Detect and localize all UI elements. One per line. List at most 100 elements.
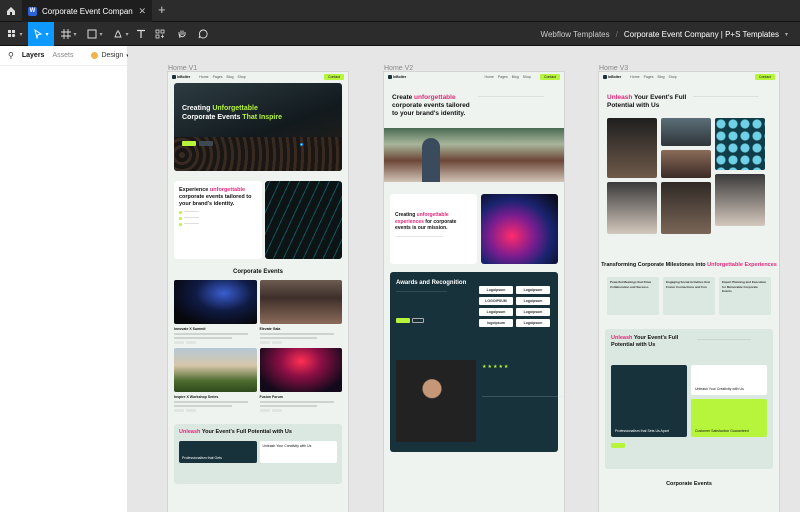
hero-section: Unleash Your Event's Full Potential with…	[599, 82, 779, 110]
hand-tool-icon[interactable]	[174, 22, 190, 46]
nav-link: Home	[199, 75, 209, 79]
nav-cta-button: Contact	[754, 74, 775, 80]
browser-tab-bar: W Corporate Event Company | P+S T ✕ +	[0, 0, 800, 22]
site-navbar: InBolter Home Pages Blog Shop Contact	[384, 72, 564, 82]
unleash-title: Unleash Your Event's Full Potential with…	[179, 429, 292, 435]
awards-description: —————————————————	[396, 289, 447, 294]
new-tab-icon[interactable]: +	[158, 2, 166, 17]
unleash-description: ——————————————————	[697, 337, 751, 342]
events-title: Corporate Events	[232, 269, 283, 275]
frame-home-v2[interactable]: InBolter Home Pages Blog Shop Contact Creat…	[384, 72, 564, 512]
award-logo: LOGOIPSUM	[479, 297, 513, 306]
creativity-card: Unleash Your Creativity with Us	[259, 440, 337, 463]
site-logo: InBolter	[388, 75, 406, 79]
rating-stars: ★★★★★	[482, 364, 510, 371]
site-nav-links: Home Pages Blog Shop	[484, 75, 531, 79]
unleash-section: Unleash Your Event's Full Potential with…	[605, 329, 773, 470]
frame-label-home-v2[interactable]: Home V2	[384, 65, 413, 72]
event-card: Elevate Gala	[259, 280, 342, 344]
hero-crowd-photo	[384, 128, 564, 183]
file-tab[interactable]: W Corporate Event Company | P+S T ✕	[22, 0, 152, 22]
professionalism-card: Professionalism that Gets	[179, 440, 257, 463]
nav-cta-button: Contact	[323, 74, 344, 80]
site-logo: InBolter	[603, 75, 621, 79]
nav-cta-button: Contact	[539, 74, 560, 80]
testimonial-photo	[396, 360, 476, 443]
event-card: Fusion Forum	[259, 348, 342, 412]
hero-title: Creating Unforgettable Corporate Events …	[182, 105, 282, 121]
hero-primary-button	[182, 141, 196, 146]
selection-handle[interactable]	[300, 143, 303, 146]
frame-home-v1[interactable]: InBolter Home Pages Blog Shop Contact Cr…	[168, 72, 348, 512]
intro-section: Experience unforgettable corporate event…	[174, 181, 342, 259]
event-card: Inspire X Workshop Series	[174, 348, 257, 412]
feature-card: Powerful Meetings that Drive Collaborati…	[607, 277, 659, 316]
close-tab-icon[interactable]: ✕	[138, 6, 146, 17]
pen-tool-icon[interactable]: ▾	[110, 22, 132, 46]
frame-label-home-v1[interactable]: Home V1	[168, 65, 197, 72]
breadcrumb-file[interactable]: Corporate Event Company | P+S Templates	[624, 30, 779, 39]
site-navbar: InBolter Home Pages Blog Shop Contact	[168, 72, 348, 82]
chevron-down-icon[interactable]: ▾	[785, 31, 788, 38]
site-nav-links: Home Pages Blog Shop	[199, 75, 245, 79]
figma-menu-icon[interactable]: ▾	[4, 22, 26, 46]
award-logo: logoipsum	[479, 319, 513, 328]
award-logo: Logoipsum	[479, 308, 513, 317]
mosaic-photo	[661, 182, 711, 235]
frame-tool-icon[interactable]: ▾	[58, 22, 80, 46]
left-panel: ⚲ Layers Assets Design▾	[0, 46, 129, 512]
design-icon	[91, 52, 99, 59]
frame-home-v3[interactable]: InBolter Home Pages Blog Shop Contact Unlea…	[599, 72, 779, 512]
hero-buttons	[182, 141, 213, 146]
award-logos: Logoipsum Logoipsum LOGOIPSUM Logoipsum …	[479, 286, 550, 328]
text-tool-icon[interactable]	[134, 22, 148, 46]
events-grid: Innovate X Summit Elevate Gala Inspire X…	[174, 280, 342, 412]
design-label: Design	[101, 52, 124, 59]
nav-link: Blog	[226, 75, 234, 79]
shape-tool-icon[interactable]: ▾	[84, 22, 106, 46]
home-icon[interactable]	[0, 0, 22, 22]
satisfaction-card: Customer Satisfaction Guaranteed	[691, 399, 767, 438]
site-navbar: InBolter Home Pages Blog Shop Contact	[599, 72, 779, 82]
breadcrumb-project[interactable]: Webflow Templates	[541, 30, 610, 39]
hero-secondary-button	[199, 141, 213, 146]
tab-layers[interactable]: Layers	[22, 52, 45, 59]
awards-section: Awards and Recognition —————————————————…	[390, 272, 564, 453]
editor-toolbar: ▾ ▾ ▾ ▾ ▾ Webflow Templates / Corporate …	[0, 22, 800, 46]
tab-assets[interactable]: Assets	[52, 52, 73, 59]
award-logo: Logoipsum	[516, 297, 550, 306]
award-logo: Logoipsum	[516, 319, 550, 328]
feature-card: Engaging Social Activities that Foster C…	[663, 277, 715, 316]
left-panel-tabs: ⚲ Layers Assets Design▾	[0, 46, 129, 66]
frame-label-home-v3[interactable]: Home V3	[599, 65, 628, 72]
features-row: Powerful Meetings that Drive Collaborati…	[607, 277, 771, 316]
hero-title: Unleash Your Event's Full Potential with…	[607, 94, 687, 110]
awards-secondary-button	[412, 318, 424, 324]
site-logo: InBolter	[172, 75, 190, 79]
comment-icon[interactable]	[194, 22, 212, 46]
events-title: Corporate Events	[666, 481, 712, 488]
canvas[interactable]: Home V1 Home V2 Home V3 InBolter Home Pa…	[128, 46, 800, 512]
award-logo: Logoipsum	[516, 286, 550, 295]
awards-primary-button	[396, 318, 410, 324]
search-icon[interactable]: ⚲	[8, 51, 14, 60]
mosaic-photo	[715, 174, 765, 227]
award-logo: Logoipsum	[479, 286, 513, 295]
photo-mosaic	[607, 118, 771, 235]
check-item: —————	[179, 215, 257, 220]
move-tool-icon[interactable]: ▾	[28, 22, 54, 46]
webflow-favicon-icon: W	[28, 6, 37, 16]
component-icon[interactable]	[152, 22, 168, 46]
mosaic-photo	[661, 118, 711, 147]
testimonial-text: ——————————————————————————————	[482, 394, 564, 399]
breadcrumb: Webflow Templates / Corporate Event Comp…	[541, 22, 788, 46]
hero-description: ——————————————————————	[693, 94, 759, 98]
design-dropdown[interactable]: Design▾	[91, 52, 129, 59]
mosaic-photo	[607, 182, 657, 235]
nav-link: Pages	[212, 75, 223, 79]
event-card: Innovate X Summit	[174, 280, 257, 344]
hero-section: Creating Unforgettable Corporate Events …	[174, 83, 342, 171]
check-item: —————	[179, 210, 257, 214]
feature-card: Expert Planning and Execution for Memora…	[719, 277, 771, 316]
professionalism-card: Professionalism that Sets Us Apart	[611, 365, 687, 438]
